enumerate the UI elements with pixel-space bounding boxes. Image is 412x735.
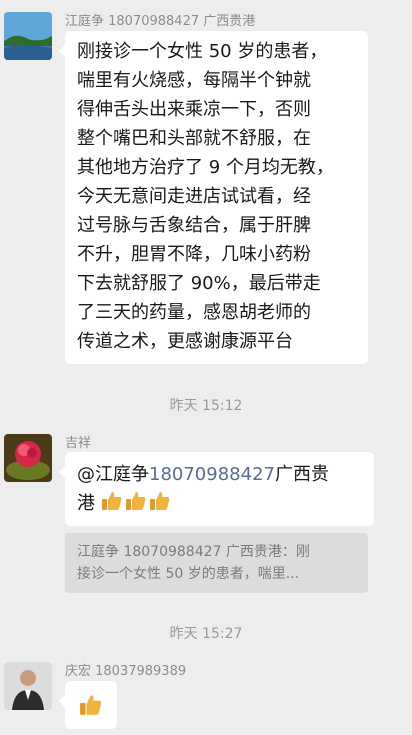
message-line: 其他地方治疗了 9 个月均无教，	[77, 157, 334, 178]
message-line: 刚接诊一个女性 50 岁的患者，	[77, 41, 328, 62]
message-line: 不升，胆胃不降，几味小药粉	[77, 244, 311, 265]
message-bubble[interactable]: 刚接诊一个女性 50 岁的患者， 喘里有火烧感，每隔半个钟就 得伸舌头出来乘凉一…	[59, 31, 368, 364]
avatar[interactable]	[4, 662, 52, 710]
quote-line: 江庭争 18070988427 广西贵港：刚	[77, 544, 310, 560]
timestamp: 昨天 15:27	[169, 626, 243, 642]
message-line: 下去就舒服了 90%，最后带走	[77, 273, 321, 294]
message-line: 喘里有火烧感，每隔半个钟就	[77, 70, 311, 91]
message-line: @江庭争18070988427广西贵	[77, 460, 362, 489]
quote-line: 接诊一个女性 50 岁的患者，喘里...	[77, 566, 300, 582]
message-line: 过号脉与舌象结合，属于肝脾	[77, 215, 311, 236]
message-line: 今天无意间走进店试试看，经	[77, 186, 311, 207]
timestamp: 昨天 15:12	[169, 398, 243, 414]
sender-name: 吉祥	[65, 436, 92, 451]
thumbs-up-icon	[125, 492, 146, 510]
message-line: 整个嘴巴和头部就不舒服，在	[77, 128, 311, 149]
message-bubble[interactable]: @江庭争18070988427广西贵 港	[59, 452, 374, 526]
quoted-message[interactable]: 江庭争 18070988427 广西贵港：刚 接诊一个女性 50 岁的患者，喘里…	[65, 533, 368, 593]
landscape-avatar-image	[4, 12, 52, 60]
thumbs-up-icon	[80, 695, 102, 715]
message-text: 港	[77, 493, 95, 514]
message-line: 传道之术，更感谢康源平台	[77, 331, 293, 352]
avatar[interactable]	[4, 434, 52, 482]
thumbs-up-icon	[149, 492, 170, 510]
sender-name: 江庭争 18070988427 广西贵港	[65, 14, 256, 29]
mention-text: 广西贵	[274, 464, 329, 485]
message-line: 得伸舌头出来乘凉一下，否则	[77, 99, 311, 120]
phone-link[interactable]: 18070988427	[149, 464, 275, 485]
avatar[interactable]	[4, 12, 52, 60]
mention-text: @江庭争	[77, 464, 149, 485]
message-bubble[interactable]	[59, 681, 117, 729]
flower-avatar-image	[4, 434, 52, 482]
message-line: 了三天的药量，感恩胡老师的	[77, 302, 311, 323]
sender-name: 庆宏 18037989389	[65, 664, 187, 679]
message-line: 港	[77, 489, 362, 518]
thumbs-up-icon	[101, 492, 122, 510]
person-avatar-image	[4, 662, 52, 710]
